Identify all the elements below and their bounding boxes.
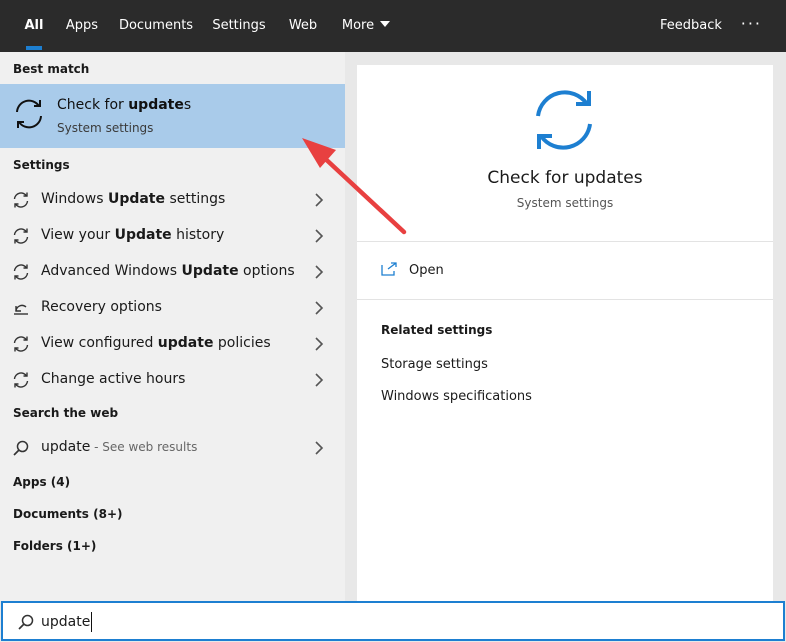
more-options-icon[interactable]: ··· [741,0,762,52]
refresh-icon [13,264,29,280]
settings-heading: Settings [13,158,70,172]
settings-result-item[interactable]: Windows Update settings [0,182,345,218]
text-cursor [91,612,92,632]
tab-label: More [341,18,375,33]
tab-all[interactable]: All [14,0,54,52]
settings-result-item[interactable]: Advanced Windows Update options [0,254,345,290]
best-match-subtitle: System settings [57,121,154,135]
tab-label: All [24,18,44,33]
search-box[interactable] [1,601,785,641]
tab-apps[interactable]: Apps [58,0,106,52]
chevron-right-icon [315,265,324,279]
refresh-icon [13,336,29,352]
tab-web[interactable]: Web [280,0,326,52]
web-search-result[interactable]: update - See web results [0,430,345,466]
storage-settings-link[interactable]: Storage settings [381,357,488,372]
folders-heading[interactable]: Folders (1+) [13,539,96,553]
refresh-icon [13,228,29,244]
settings-result-label: Advanced Windows Update options [41,263,295,279]
settings-result-label: Windows Update settings [41,191,226,207]
tab-settings[interactable]: Settings [206,0,272,52]
best-match-title: Check for updates [57,97,192,113]
settings-result-item[interactable]: Change active hours [0,362,345,398]
tab-label: Apps [65,18,99,33]
preview-pane: Check for updates System settings Open R… [357,65,773,601]
chevron-down-icon [380,21,391,27]
refresh-icon [13,372,29,388]
preview-subtitle: System settings [516,196,614,210]
open-label: Open [409,263,444,278]
chevron-right-icon [315,193,324,207]
settings-result-label: View configured update policies [41,335,271,351]
best-match-result[interactable]: Check for updates System settings [0,84,345,148]
chevron-right-icon [315,337,324,351]
open-icon [381,262,397,276]
refresh-icon [536,90,592,150]
settings-result-item[interactable]: Recovery options [0,290,345,326]
tab-documents[interactable]: Documents [114,0,198,52]
documents-heading[interactable]: Documents (8+) [13,507,122,521]
related-settings-heading: Related settings [381,323,493,337]
search-tab-bar: All Apps Documents Settings Web More Fee… [0,0,786,52]
feedback-label: Feedback [660,18,722,33]
search-icon [18,614,34,630]
chevron-right-icon [315,441,324,455]
settings-result-item[interactable]: View your Update history [0,218,345,254]
refresh-icon [16,99,42,129]
chevron-right-icon [315,229,324,243]
divider [357,299,773,300]
search-web-heading: Search the web [13,406,119,420]
settings-result-label: Change active hours [41,371,186,387]
search-icon [13,440,29,456]
settings-result-item[interactable]: View configured update policies [0,326,345,362]
settings-result-label: View your Update history [41,227,225,243]
apps-heading[interactable]: Apps (4) [13,475,70,489]
preview-title: Check for updates [487,168,643,188]
feedback-button[interactable]: Feedback [652,0,730,52]
settings-result-label: Recovery options [41,299,162,315]
recovery-icon [14,304,28,315]
tab-more[interactable]: More [334,0,398,52]
tab-label: Documents [118,18,194,33]
search-input[interactable] [41,611,641,633]
chevron-right-icon [315,301,324,315]
divider [357,241,773,242]
windows-specifications-link[interactable]: Windows specifications [381,389,532,404]
tab-label: Web [288,18,318,33]
best-match-heading: Best match [13,62,90,76]
tab-label: Settings [212,18,266,33]
web-result-label: update - See web results [41,439,198,455]
results-pane: Best match Check for updates System sett… [0,52,345,601]
refresh-icon [13,192,29,208]
chevron-right-icon [315,373,324,387]
